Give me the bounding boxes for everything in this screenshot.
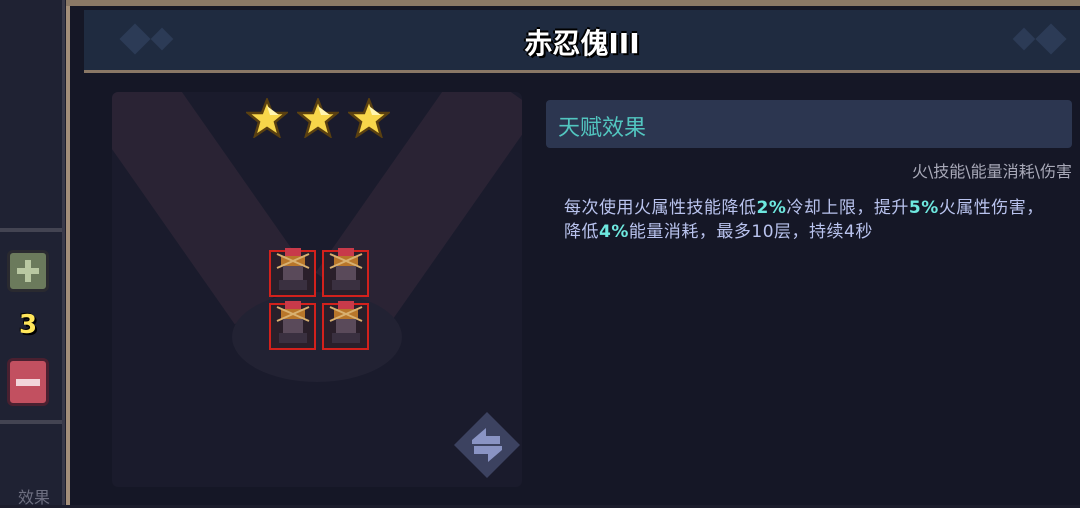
talent-header: 天赋效果 — [546, 100, 1072, 148]
desc-value: 4% — [599, 222, 629, 242]
decrease-button[interactable] — [7, 358, 49, 406]
puppet-unit — [269, 248, 316, 297]
count-value: 3 — [18, 310, 38, 340]
star-icon — [246, 98, 288, 138]
title-bar: 赤忍傀III — [84, 10, 1080, 73]
character-preview — [112, 92, 522, 487]
swap-icon[interactable] — [452, 410, 522, 480]
puppet-unit — [322, 301, 369, 350]
desc-value: 5% — [908, 198, 939, 218]
minus-icon — [16, 378, 40, 386]
desc-text: 冷却上限，提升 — [786, 198, 909, 218]
talent-tags: 火\技能\能量消耗\伤害 — [911, 162, 1072, 181]
divider — [0, 420, 62, 424]
star-rating — [246, 98, 390, 138]
puppet-unit — [269, 301, 316, 350]
unit-formation — [269, 248, 369, 350]
talent-description: 每次使用火属性技能降低2%冷却上限，提升5%火属性伤害，降低4%能量消耗，最多1… — [564, 196, 1054, 244]
increase-button[interactable] — [7, 250, 49, 292]
puppet-unit — [322, 248, 369, 297]
page-title: 赤忍傀III — [524, 27, 640, 60]
desc-text: 能量消耗，最多10层，持续4秒 — [628, 222, 873, 242]
desc-value: 2% — [756, 198, 787, 218]
star-icon — [348, 98, 390, 138]
divider — [0, 228, 62, 232]
desc-text: 每次使用火属性技能降低 — [564, 198, 757, 218]
side-panel: 3 效果 — [0, 0, 65, 508]
plus-icon — [17, 260, 39, 282]
talent-panel: 天赋效果 火\技能\能量消耗\伤害 每次使用火属性技能降低2%冷却上限，提升5%… — [546, 100, 1074, 244]
puppet-icon — [329, 301, 363, 343]
star-icon — [297, 98, 339, 138]
puppet-icon — [276, 301, 310, 343]
puppet-icon — [329, 248, 363, 290]
effect-tab-label[interactable]: 效果 — [18, 484, 50, 508]
frame-top-border — [66, 0, 1080, 6]
puppet-icon — [276, 248, 310, 290]
